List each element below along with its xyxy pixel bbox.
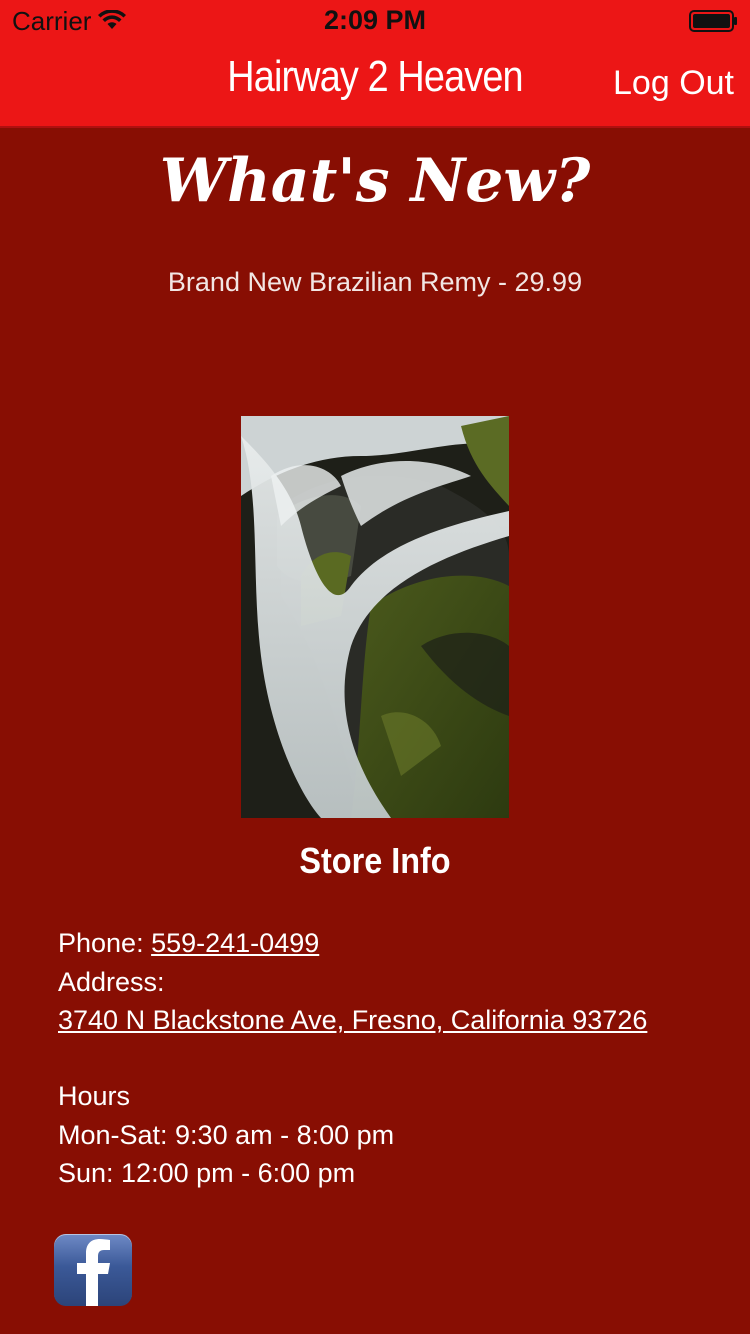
waterfall-photo [241, 416, 509, 818]
address-label: Address: [58, 967, 165, 997]
navigation-bar: Carrier 2:09 PM Hairway 2 Heaven Log Out [0, 0, 750, 128]
phone-line: Phone: 559-241-0499 [58, 928, 319, 959]
battery-icon [689, 10, 737, 32]
status-time: 2:09 PM [323, 5, 427, 35]
hours-sunday: Sun: 12:00 pm - 6:00 pm [58, 1158, 356, 1188]
hours-weekday: Mon-Sat: 9:30 am - 8:00 pm [58, 1120, 395, 1150]
address-line: 3740 N Blackstone Ave, Fresno, Californi… [58, 1005, 647, 1036]
hours-label: Hours [58, 1081, 131, 1111]
page-title: What's New? [159, 146, 591, 216]
app-title: Hairway 2 Heaven [227, 52, 523, 101]
address-link[interactable]: 3740 N Blackstone Ave, Fresno, Californi… [58, 1005, 647, 1035]
promo-text: Brand New Brazilian Remy - 29.99 [167, 267, 583, 297]
phone-label: Phone: [58, 928, 144, 958]
logout-button[interactable]: Log Out [613, 64, 734, 103]
store-info-heading: Store Info [299, 840, 451, 881]
facebook-icon [77, 1239, 110, 1306]
facebook-button[interactable] [54, 1234, 132, 1306]
phone-link[interactable]: 559-241-0499 [151, 928, 319, 958]
